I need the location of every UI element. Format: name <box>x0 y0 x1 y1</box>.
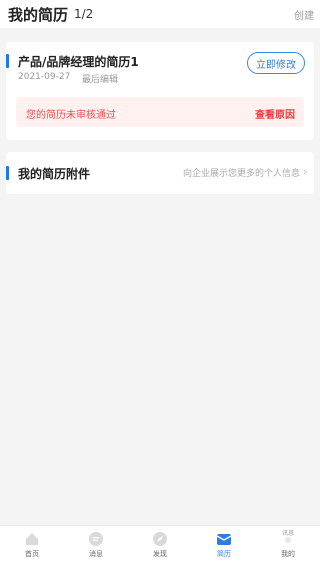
tab-label: 简历 <box>217 550 231 558</box>
tab-label: 消息 <box>89 550 103 558</box>
tab-home[interactable]: 首页 <box>0 526 64 561</box>
resume-card[interactable]: 产品/品牌经理的简历1 2021-09-27 最后编辑 立即修改 您的简历未审核… <box>6 42 314 140</box>
resume-edit-note: 最后编辑 <box>82 75 119 85</box>
view-reason-link[interactable]: 查看原因 <box>255 106 295 121</box>
tab-label: 发现 <box>153 550 167 558</box>
edit-resume-button[interactable]: 立即修改 <box>247 52 305 74</box>
resume-count: 1/2 <box>74 7 94 21</box>
tab-profile[interactable]: 讯息 我的 <box>256 526 320 561</box>
attachment-card[interactable]: 我的简历附件 向企业展示您更多的个人信息 › <box>6 152 314 194</box>
bottom-tab-bar: 首页 消息 发现 简历 讯息 我的 <box>0 525 320 561</box>
tab-label: 我的 <box>281 550 295 558</box>
attachment-hint: 向企业展示您更多的个人信息 › <box>183 166 307 179</box>
resume-date: 2021-09-27 <box>18 72 71 82</box>
accent-bar <box>6 54 9 68</box>
tab-messages[interactable]: 消息 <box>64 526 128 561</box>
discover-icon <box>152 531 168 547</box>
profile-badge-text: 讯息 <box>281 530 294 537</box>
chevron-right-icon: › <box>303 167 307 178</box>
top-header: 我的简历 1/2 创建 <box>0 0 320 28</box>
tab-discover[interactable]: 发现 <box>128 526 192 561</box>
attachment-title: 我的简历附件 <box>18 167 91 181</box>
home-icon <box>24 531 40 547</box>
tab-label: 首页 <box>25 550 39 558</box>
resume-icon <box>216 531 232 547</box>
tab-resume[interactable]: 简历 <box>192 526 256 561</box>
alert-message: 您的简历未审核通过 <box>26 110 116 121</box>
accent-bar <box>6 166 9 180</box>
attachment-hint-text: 向企业展示您更多的个人信息 <box>182 169 300 179</box>
message-icon <box>88 531 104 547</box>
page-title: 我的简历 <box>8 6 69 24</box>
create-button[interactable]: 创建 <box>294 7 314 22</box>
resume-name: 产品/品牌经理的简历1 <box>18 55 139 69</box>
review-alert: 您的简历未审核通过 查看原因 <box>16 97 304 127</box>
